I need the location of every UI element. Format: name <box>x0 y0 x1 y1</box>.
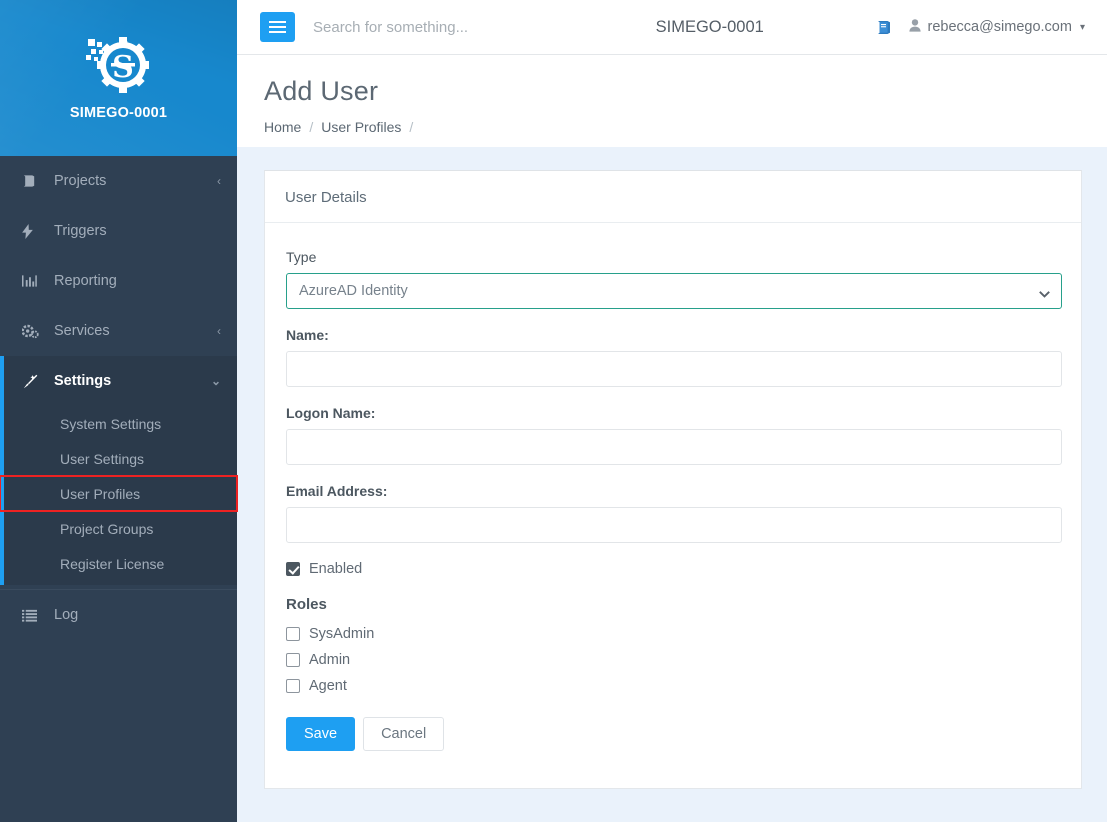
sidebar-label-register-license: Register License <box>60 555 165 572</box>
card-body: Type AzureAD Identity Name: Logon Name: … <box>265 223 1081 751</box>
type-field-group: Type AzureAD Identity <box>286 248 1062 309</box>
breadcrumb-separator: / <box>309 118 314 135</box>
sysadmin-label: SysAdmin <box>309 625 375 642</box>
card-title: User Details <box>265 171 1081 223</box>
type-select-wrapper: AzureAD Identity <box>286 272 1062 309</box>
sidebar: S SIMEGO-0001 Projects ‹ Triggers Report… <box>0 0 238 822</box>
hamburger-bar <box>269 31 286 33</box>
name-field-group: Name: <box>286 326 1062 387</box>
roles-title: Roles <box>286 595 327 613</box>
agent-checkbox[interactable] <box>286 678 300 693</box>
sidebar-label-user-profiles: User Profiles <box>60 485 141 502</box>
sidebar-label-log: Log <box>54 607 79 623</box>
logon-name-label: Logon Name: <box>286 404 376 421</box>
sidebar-item-system-settings[interactable]: System Settings <box>0 406 237 441</box>
user-details-card: User Details Type AzureAD Identity Name:… <box>264 169 1082 789</box>
sidebar-item-project-groups[interactable]: Project Groups <box>0 511 237 546</box>
email-field-group: Email Address: <box>286 482 1062 543</box>
email-label: Email Address: <box>286 482 388 499</box>
agent-label: Agent <box>309 677 347 694</box>
sidebar-label-services: Services <box>54 323 110 339</box>
name-label: Name: <box>286 326 329 343</box>
user-menu[interactable]: rebecca@simego.com ▾ <box>909 18 1085 36</box>
sidebar-label-triggers: Triggers <box>54 223 107 239</box>
sidebar-label-user-settings: User Settings <box>60 450 145 467</box>
sidebar-item-services[interactable]: Services ‹ <box>0 306 237 356</box>
hamburger-bar <box>269 26 286 28</box>
sidebar-label-projects: Projects <box>54 173 107 189</box>
bar-chart-icon <box>22 274 44 288</box>
sidebar-label-settings: Settings <box>54 373 112 389</box>
page-header: Add User Home / User Profiles / <box>237 55 1107 147</box>
hamburger-bar <box>269 21 286 23</box>
sidebar-item-triggers[interactable]: Triggers <box>0 206 237 256</box>
breadcrumb-item-user-profiles[interactable]: User Profiles <box>321 119 401 135</box>
sidebar-item-user-profiles[interactable]: User Profiles <box>0 475 238 512</box>
docs-book-icon[interactable] <box>876 20 893 35</box>
type-select[interactable]: AzureAD Identity <box>286 272 1062 309</box>
name-input[interactable] <box>286 350 1062 387</box>
logon-name-input[interactable] <box>286 428 1062 465</box>
role-row-sysadmin[interactable]: SysAdmin <box>286 626 1060 642</box>
logon-name-field-group: Logon Name: <box>286 404 1062 465</box>
magic-wand-icon <box>22 374 44 389</box>
sidebar-item-settings[interactable]: Settings ⌄ <box>0 356 237 406</box>
settings-submenu: System Settings User Settings User Profi… <box>0 406 238 585</box>
brand-name: SIMEGO-0001 <box>69 105 168 121</box>
save-button[interactable]: Save <box>286 716 356 751</box>
sidebar-item-reporting[interactable]: Reporting <box>0 256 237 306</box>
page-title: Add User <box>264 76 379 106</box>
topbar-title: SIMEGO-0001 <box>655 17 764 36</box>
bolt-icon <box>22 223 44 239</box>
email-input[interactable] <box>286 506 1062 543</box>
chevron-left-icon: ‹ <box>217 174 221 188</box>
role-row-admin[interactable]: Admin <box>286 652 1060 668</box>
admin-checkbox[interactable] <box>286 652 300 667</box>
topbar-actions: rebecca@simego.com ▾ <box>876 18 1085 36</box>
sidebar-label-reporting: Reporting <box>54 273 117 289</box>
list-icon <box>22 609 44 622</box>
sidebar-item-register-license[interactable]: Register License <box>0 546 237 581</box>
enabled-checkbox-row[interactable]: Enabled <box>286 561 1060 577</box>
gear-s-logo-icon: S <box>85 37 149 93</box>
enabled-label: Enabled <box>309 560 363 577</box>
svg-text:S: S <box>112 50 134 85</box>
admin-label: Admin <box>309 651 351 668</box>
sidebar-item-log[interactable]: Log <box>0 590 237 640</box>
type-label: Type <box>286 248 317 265</box>
main-area: SIMEGO-0001 <box>237 0 1107 822</box>
user-icon <box>909 18 922 36</box>
cancel-button[interactable]: Cancel <box>363 716 445 751</box>
sidebar-label-project-groups: Project Groups <box>60 520 154 537</box>
user-email: rebecca@simego.com <box>927 19 1072 35</box>
content-area: User Details Type AzureAD Identity Name:… <box>237 147 1107 822</box>
chevron-down-icon: ▾ <box>1079 21 1085 33</box>
breadcrumb: Home / User Profiles / <box>264 119 1107 137</box>
book-icon <box>22 174 44 188</box>
enabled-checkbox[interactable] <box>286 561 300 576</box>
sidebar-nav: Projects ‹ Triggers Reporting Services ‹… <box>0 156 238 640</box>
form-actions: Save Cancel <box>286 716 1060 751</box>
role-row-agent[interactable]: Agent <box>286 678 1060 694</box>
sysadmin-checkbox[interactable] <box>286 626 300 641</box>
brand-header[interactable]: S SIMEGO-0001 <box>0 0 237 156</box>
chevron-down-icon: ⌄ <box>210 374 221 388</box>
sidebar-item-projects[interactable]: Projects ‹ <box>0 156 237 206</box>
breadcrumb-item-home[interactable]: Home <box>264 119 301 135</box>
hamburger-icon[interactable] <box>260 12 295 42</box>
app-root: S SIMEGO-0001 Projects ‹ Triggers Report… <box>0 0 1107 822</box>
topbar: SIMEGO-0001 <box>237 0 1107 55</box>
gears-icon <box>22 324 44 339</box>
chevron-left-icon: ‹ <box>217 324 221 338</box>
sidebar-label-system-settings: System Settings <box>60 415 162 432</box>
sidebar-item-user-settings[interactable]: User Settings <box>0 441 237 476</box>
breadcrumb-separator: / <box>409 118 414 135</box>
roles-list: SysAdmin Admin Agent <box>286 626 1060 694</box>
